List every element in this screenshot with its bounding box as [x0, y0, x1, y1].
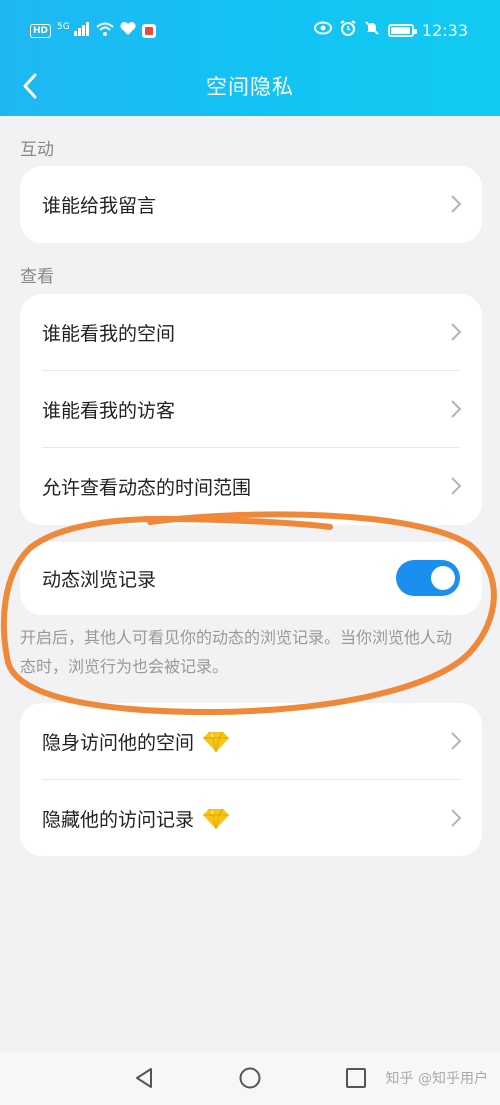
browse-record-toggle[interactable]	[396, 560, 460, 596]
chevron-right-icon	[451, 323, 462, 341]
app-notification-icon	[142, 24, 157, 38]
recents-square-icon[interactable]	[344, 1066, 368, 1090]
row-hide-visit-record[interactable]: 隐藏他的访问记录	[20, 780, 482, 857]
row-invisible-visit[interactable]: 隐身访问他的空间	[20, 703, 482, 780]
row-who-can-see-space[interactable]: 谁能看我的空间	[20, 294, 482, 371]
section-label-view: 查看	[20, 267, 54, 287]
nav-bar: 空间隐私	[0, 62, 500, 116]
diamond-icon	[203, 731, 230, 752]
chevron-right-icon	[451, 809, 462, 827]
mute-icon	[364, 20, 380, 40]
toggle-knob	[431, 566, 455, 590]
row-who-can-leave-message[interactable]: 谁能给我留言	[20, 166, 482, 243]
row-label: 谁能给我留言	[42, 195, 157, 217]
page-title: 空间隐私	[206, 75, 294, 99]
watermark: 知乎 @知乎用户	[385, 1071, 488, 1087]
browse-record-description: 开启后，其他人可看见你的动态的浏览记录。当你浏览他人动态时，浏览行为也会被记录。	[20, 628, 453, 676]
wifi-icon	[96, 22, 114, 40]
header: HD 5G 12:33 空间隐私	[0, 0, 500, 116]
card-vip: 隐身访问他的空间 隐藏他的访问记录	[20, 703, 482, 856]
home-circle-icon[interactable]	[238, 1066, 262, 1090]
chevron-right-icon	[451, 477, 462, 495]
row-label: 允许查看动态的时间范围	[42, 477, 252, 499]
chevron-right-icon	[451, 400, 462, 418]
row-browse-record: 动态浏览记录	[20, 542, 482, 615]
status-bar: HD 5G 12:33	[0, 0, 500, 62]
network-type: 5G	[57, 22, 70, 32]
back-triangle-icon[interactable]	[132, 1066, 156, 1090]
clock: 12:33	[421, 20, 468, 40]
eye-icon	[313, 21, 332, 39]
chevron-right-icon	[451, 195, 462, 213]
row-label: 谁能看我的访客	[42, 400, 176, 422]
row-who-can-see-visitors[interactable]: 谁能看我的访客	[20, 371, 482, 448]
row-feed-time-range[interactable]: 允许查看动态的时间范围	[20, 448, 482, 525]
heart-icon	[120, 21, 136, 40]
alarm-icon	[340, 20, 356, 40]
system-nav-bar: 知乎 @知乎用户	[0, 1052, 500, 1105]
diamond-icon	[203, 808, 230, 829]
hd-badge: HD	[30, 24, 52, 38]
section-label-interaction: 互动	[20, 140, 54, 160]
chevron-right-icon	[451, 732, 462, 750]
card-browse-record: 动态浏览记录	[20, 542, 482, 615]
signal-icon: 5G	[57, 22, 90, 40]
row-label: 动态浏览记录	[42, 569, 157, 591]
row-label: 隐藏他的访问记录	[42, 809, 195, 831]
card-view: 谁能看我的空间 谁能看我的访客 允许查看动态的时间范围	[20, 294, 482, 525]
row-label: 谁能看我的空间	[42, 323, 176, 345]
battery-icon	[387, 23, 417, 37]
row-label: 隐身访问他的空间	[42, 732, 195, 754]
card-interaction: 谁能给我留言	[20, 166, 482, 243]
